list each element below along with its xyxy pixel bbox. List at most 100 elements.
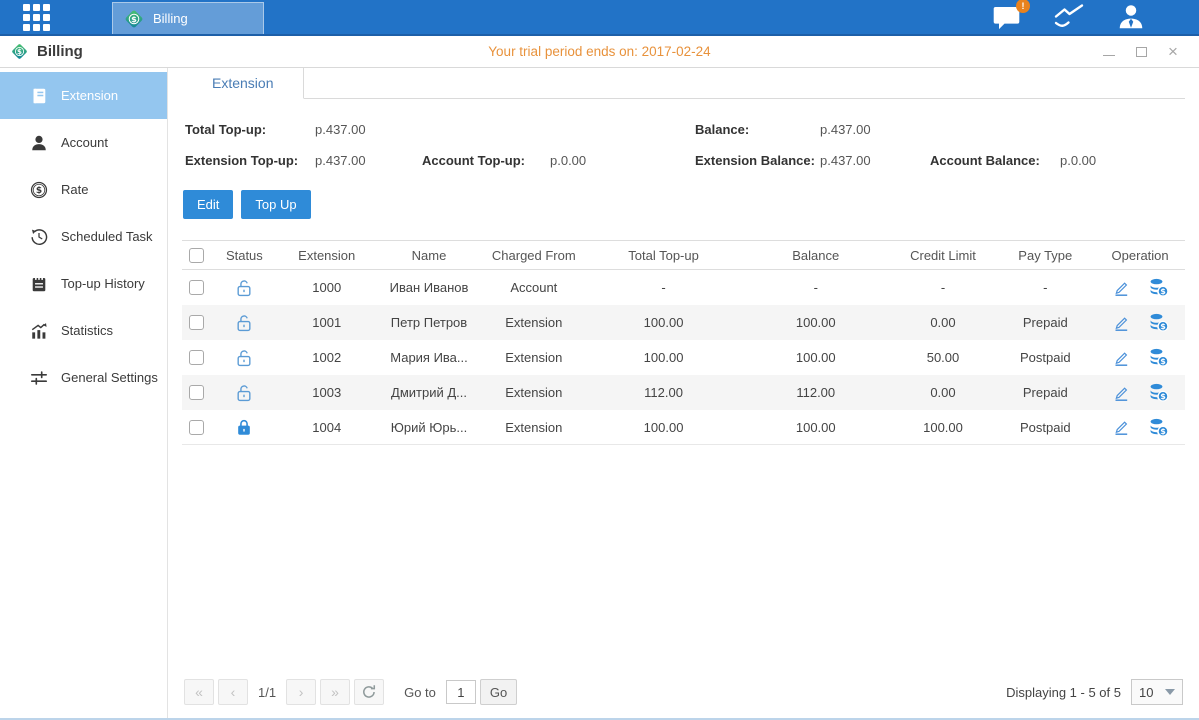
sidebar-item-rate[interactable]: $ Rate xyxy=(0,166,167,213)
extensions-table: StatusExtensionNameCharged FromTotal Top… xyxy=(182,240,1185,445)
user-account-button[interactable] xyxy=(1115,2,1147,32)
last-page-button[interactable]: » xyxy=(320,679,350,705)
edit-button[interactable]: Edit xyxy=(183,190,233,219)
cell-total-topup: - xyxy=(586,280,741,295)
sidebar-item-label: Rate xyxy=(61,182,88,197)
edit-icon[interactable] xyxy=(1112,418,1130,436)
page-size-dropdown[interactable]: 10 xyxy=(1131,679,1183,705)
cell-pay-type: Postpaid xyxy=(995,420,1095,435)
app-grid-icon[interactable] xyxy=(0,0,72,34)
svg-text:$: $ xyxy=(36,186,42,196)
row-checkbox[interactable] xyxy=(189,280,204,295)
status-unlocked-icon xyxy=(212,314,277,332)
sidebar-item-label: Top-up History xyxy=(61,276,145,291)
line-chart-icon xyxy=(1053,3,1085,31)
column-header-pay-type: Pay Type xyxy=(995,248,1095,263)
top-bar: $ Billing ! xyxy=(0,0,1199,36)
topup-coins-icon[interactable]: $ xyxy=(1148,278,1169,297)
status-locked-icon xyxy=(212,418,277,436)
top-up-button[interactable]: Top Up xyxy=(241,190,310,219)
topup-coins-icon[interactable]: $ xyxy=(1148,348,1169,367)
tab-extension[interactable]: Extension xyxy=(182,68,304,99)
row-checkbox[interactable] xyxy=(189,385,204,400)
go-button[interactable]: Go xyxy=(480,679,517,705)
sidebar: Extension Account $ xyxy=(0,68,168,719)
row-checkbox[interactable] xyxy=(189,420,204,435)
sidebar-item-label: General Settings xyxy=(61,370,158,385)
cell-name: Иван Иванов xyxy=(377,280,482,295)
table-row: 1002Мария Ива...Extension100.00100.0050.… xyxy=(182,340,1185,375)
first-page-button[interactable]: « xyxy=(184,679,214,705)
app-window: $ Billing ! xyxy=(0,0,1199,720)
edit-icon[interactable] xyxy=(1112,279,1130,297)
table-body: 1000Иван ИвановAccount----$1001Петр Петр… xyxy=(182,270,1185,445)
svg-text:$: $ xyxy=(1160,357,1166,366)
total-topup-value: p.437.00 xyxy=(315,122,366,137)
status-unlocked-icon xyxy=(212,384,277,402)
cell-extension: 1003 xyxy=(277,385,377,400)
sidebar-item-general-settings[interactable]: General Settings xyxy=(0,354,167,401)
svg-text:$: $ xyxy=(1160,392,1166,401)
scheduled-task-icon xyxy=(30,228,48,246)
sidebar-item-account[interactable]: Account xyxy=(0,119,167,166)
statistics-icon xyxy=(30,322,48,340)
refresh-button[interactable] xyxy=(354,679,384,705)
cell-total-topup: 100.00 xyxy=(586,315,741,330)
summary-panel: Total Top-up: p.437.00 Balance: p.437.00… xyxy=(185,116,1185,178)
account-topup-label: Account Top-up: xyxy=(422,153,525,168)
status-unlocked-icon xyxy=(212,349,277,367)
close-icon: × xyxy=(1168,44,1178,60)
pagination-bar: « ‹ 1/1 › » Go to Go Displaying 1 - 5 o xyxy=(182,679,1185,719)
trial-message: Your trial period ends on: 2017-02-24 xyxy=(0,44,1199,59)
sidebar-item-statistics[interactable]: Statistics xyxy=(0,307,167,354)
next-page-button[interactable]: › xyxy=(286,679,316,705)
topup-coins-icon[interactable]: $ xyxy=(1148,313,1169,332)
row-checkbox[interactable] xyxy=(189,350,204,365)
edit-icon[interactable] xyxy=(1112,314,1130,332)
extension-topup-value: p.437.00 xyxy=(315,153,366,168)
balance-label: Balance: xyxy=(695,122,749,137)
column-header-balance: Balance xyxy=(741,248,891,263)
sidebar-item-extension[interactable]: Extension xyxy=(0,72,167,119)
edit-icon[interactable] xyxy=(1112,349,1130,367)
cell-pay-type: Prepaid xyxy=(995,385,1095,400)
balance-value: p.437.00 xyxy=(820,122,871,137)
taskbar-tab-billing[interactable]: $ Billing xyxy=(112,2,264,34)
total-topup-label: Total Top-up: xyxy=(185,122,266,137)
extension-balance-value: p.437.00 xyxy=(820,153,871,168)
cell-credit-limit: - xyxy=(891,280,996,295)
goto-page-input[interactable] xyxy=(446,680,476,704)
account-topup-value: p.0.00 xyxy=(550,153,586,168)
sidebar-item-topup-history[interactable]: Top-up History xyxy=(0,260,167,307)
sidebar-item-scheduled-task[interactable]: Scheduled Task xyxy=(0,213,167,260)
cell-balance: 100.00 xyxy=(741,350,891,365)
messages-button[interactable]: ! xyxy=(991,2,1023,32)
cell-name: Мария Ива... xyxy=(377,350,482,365)
close-button[interactable]: × xyxy=(1165,44,1181,60)
prev-page-button[interactable]: ‹ xyxy=(218,679,248,705)
table-header: StatusExtensionNameCharged FromTotal Top… xyxy=(182,240,1185,270)
billing-diamond-icon: $ xyxy=(123,8,145,30)
topup-coins-icon[interactable]: $ xyxy=(1148,418,1169,437)
cell-total-topup: 100.00 xyxy=(586,350,741,365)
statistics-chart-button[interactable] xyxy=(1053,2,1085,32)
cell-balance: 100.00 xyxy=(741,420,891,435)
edit-icon[interactable] xyxy=(1112,384,1130,402)
column-header-credit-limit: Credit Limit xyxy=(891,248,996,263)
column-header-status: Status xyxy=(212,248,277,263)
cell-operation: $ xyxy=(1095,383,1185,402)
select-all-checkbox[interactable] xyxy=(189,248,204,263)
rate-icon: $ xyxy=(30,181,48,199)
minimize-button[interactable] xyxy=(1101,44,1117,60)
maximize-button[interactable] xyxy=(1133,44,1149,60)
cell-extension: 1002 xyxy=(277,350,377,365)
cell-charged-from: Extension xyxy=(481,420,586,435)
table-row: 1003Дмитрий Д...Extension112.00112.000.0… xyxy=(182,375,1185,410)
cell-credit-limit: 100.00 xyxy=(891,420,996,435)
taskbar-tab-label: Billing xyxy=(153,11,188,26)
status-unlocked-icon xyxy=(212,279,277,297)
topup-coins-icon[interactable]: $ xyxy=(1148,383,1169,402)
column-header-extension: Extension xyxy=(277,248,377,263)
row-checkbox[interactable] xyxy=(189,315,204,330)
cell-charged-from: Extension xyxy=(481,315,586,330)
